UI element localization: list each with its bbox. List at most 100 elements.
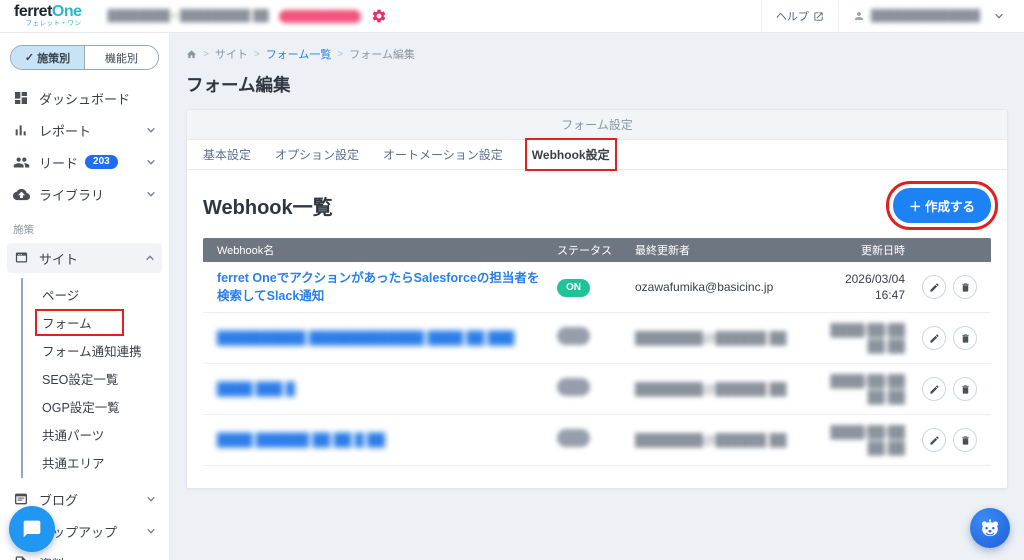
view-toggle: ✓ 施策別 機能別	[10, 45, 159, 70]
home-icon[interactable]	[186, 49, 197, 60]
sidebar-item-leads[interactable]: リード 203	[0, 146, 169, 178]
library-icon	[13, 186, 30, 203]
app-logo: ferretOne フェレット・ワン	[14, 4, 82, 28]
table-row: ████ ██████ ██ ██ █ ██ ████████@██████ █…	[203, 415, 991, 466]
panel-title: フォーム設定	[187, 110, 1007, 140]
plan-badge-redacted: █████ ████	[278, 9, 362, 23]
pencil-icon	[929, 333, 939, 343]
delete-button[interactable]	[953, 326, 977, 350]
trash-icon	[961, 435, 969, 445]
report-icon	[13, 122, 30, 139]
toggle-by-function[interactable]: 機能別	[84, 46, 158, 69]
breadcrumb-site[interactable]: サイト	[215, 46, 248, 62]
sidebar-subitem-common-area[interactable]: 共通エリア	[23, 448, 169, 476]
updated-date-redacted: ████/██/██ ██:██	[830, 322, 905, 353]
tab-option-settings[interactable]: オプション設定	[275, 146, 359, 163]
sidebar-item-dashboard[interactable]: ダッシュボード	[0, 82, 169, 114]
settings-tabs: 基本設定 オプション設定 オートメーション設定 Webhook設定	[187, 138, 1007, 171]
sidebar-subitem-form-notification[interactable]: フォーム通知連携	[23, 336, 169, 364]
breadcrumb-form-list[interactable]: フォーム一覧	[266, 46, 332, 62]
delete-button[interactable]	[953, 275, 977, 299]
site-submenu: ページ フォーム フォーム通知連携 SEO設定一覧 OGP設定一覧 共通パーツ …	[21, 278, 169, 478]
sidebar-subitem-form[interactable]: フォーム	[23, 308, 169, 336]
updater-email-redacted: ████████@██████ ██	[635, 382, 787, 396]
dashboard-icon	[13, 90, 30, 107]
webhook-name-link[interactable]: ferret OneでアクションがあったらSalesforceの担当者を検索して…	[217, 271, 539, 303]
sidebar-subitem-ogp-settings[interactable]: OGP設定一覧	[23, 392, 169, 420]
main-content: > サイト > フォーム一覧 > フォーム編集 フォーム編集 フォーム設定 基本…	[170, 33, 1024, 560]
form-settings-panel: フォーム設定 基本設定 オプション設定 オートメーション設定 Webhook設定…	[186, 109, 1008, 489]
updater-email-redacted: ████████@██████ ██	[635, 331, 787, 345]
webhook-panel-body: Webhook一覧 ＋ 作成する Webhook名 ステータス 最終更新者 更新…	[187, 170, 1007, 488]
sidebar-subitem-common-parts[interactable]: 共通パーツ	[23, 420, 169, 448]
site-name-redacted: ████████ ▪ █████████ ██	[107, 10, 269, 22]
settings-gear-icon[interactable]	[371, 8, 387, 24]
webhook-list-title: Webhook一覧	[203, 196, 333, 219]
user-menu[interactable]: ██████████████	[837, 0, 1010, 32]
red-annotation-form: フォーム	[35, 308, 124, 336]
breadcrumb: > サイト > フォーム一覧 > フォーム編集	[186, 46, 1008, 62]
table-row: ferret OneでアクションがあったらSalesforceの担当者を検索して…	[203, 262, 991, 313]
edit-button[interactable]	[922, 428, 946, 452]
check-icon: ✓	[24, 52, 35, 64]
updated-date-redacted: ████/██/██ ██:██	[830, 424, 905, 455]
sidebar-item-report[interactable]: レポート	[0, 114, 169, 146]
chat-icon	[23, 520, 41, 538]
table-row: ████ ███ █ ████████@██████ ██ ████/██/██…	[203, 364, 991, 415]
tab-automation-settings[interactable]: オートメーション設定	[383, 146, 503, 163]
updater-email: ozawafumika@basicinc.jp	[635, 280, 774, 294]
leads-count-badge: 203	[85, 155, 118, 169]
toggle-by-strategy[interactable]: ✓ 施策別	[11, 46, 84, 69]
blog-icon	[13, 491, 30, 508]
delete-button[interactable]	[953, 428, 977, 452]
status-badge-on: ON	[557, 279, 590, 297]
tab-basic-settings[interactable]: 基本設定	[203, 146, 251, 163]
table-header: Webhook名 ステータス 最終更新者 更新日時	[203, 238, 991, 262]
pencil-icon	[929, 384, 939, 394]
breadcrumb-current: フォーム編集	[349, 49, 415, 61]
sidebar-item-library[interactable]: ライブラリ	[0, 178, 169, 210]
column-webhook-name: Webhook名	[217, 245, 275, 257]
chevron-up-icon	[145, 253, 155, 263]
edit-button[interactable]	[922, 326, 946, 350]
column-last-updater: 最終更新者	[635, 245, 690, 257]
chevron-down-icon	[146, 125, 156, 135]
pencil-icon	[929, 282, 939, 292]
external-link-icon	[814, 11, 823, 21]
logo-text-ferret: ferret	[14, 3, 52, 21]
column-status: ステータス	[557, 245, 612, 257]
status-badge-redacted	[557, 428, 590, 447]
document-icon	[13, 555, 30, 560]
chevron-down-icon	[995, 13, 1003, 19]
sidebar: ✓ 施策別 機能別 ダッシュボード レポート リード 203 ライブラリ 施策 …	[0, 33, 170, 560]
page-title: フォーム編集	[186, 75, 291, 95]
trash-icon	[961, 384, 969, 394]
mascot-button[interactable]	[970, 508, 1010, 548]
edit-button[interactable]	[922, 377, 946, 401]
chevron-down-icon	[146, 157, 156, 167]
trash-icon	[961, 282, 969, 292]
mascot-ferret-icon	[981, 519, 999, 537]
sidebar-item-site[interactable]: サイト	[7, 243, 162, 273]
trash-icon	[961, 333, 969, 343]
webhook-name-link-redacted[interactable]: ████ ███ █	[217, 382, 295, 396]
chat-bubble-button[interactable]	[9, 506, 55, 552]
tab-webhook-settings[interactable]: Webhook設定	[524, 138, 617, 171]
table-row: ██████████ █████████████ ████ ██ ███ ███…	[203, 313, 991, 364]
sidebar-section-label: 施策	[13, 224, 34, 236]
edit-button[interactable]	[922, 275, 946, 299]
pencil-icon	[929, 435, 939, 445]
updated-date-redacted: ████/██/██ ██:██	[830, 373, 905, 404]
webhook-name-link-redacted[interactable]: ████ ██████ ██ ██ █ ██	[217, 433, 385, 447]
updated-date: 2026/03/04 16:47	[844, 271, 905, 302]
sidebar-subitem-seo-settings[interactable]: SEO設定一覧	[23, 364, 169, 392]
help-label: ヘルプ	[775, 11, 809, 23]
user-name-redacted: ██████████████	[870, 10, 980, 22]
help-link[interactable]: ヘルプ	[760, 0, 838, 32]
webhook-name-link-redacted[interactable]: ██████████ █████████████ ████ ██ ███	[217, 331, 514, 345]
delete-button[interactable]	[953, 377, 977, 401]
create-webhook-button[interactable]: ＋ 作成する	[886, 180, 998, 230]
leads-icon	[13, 154, 30, 171]
site-icon	[14, 250, 30, 266]
sidebar-subitem-page[interactable]: ページ	[23, 280, 169, 308]
